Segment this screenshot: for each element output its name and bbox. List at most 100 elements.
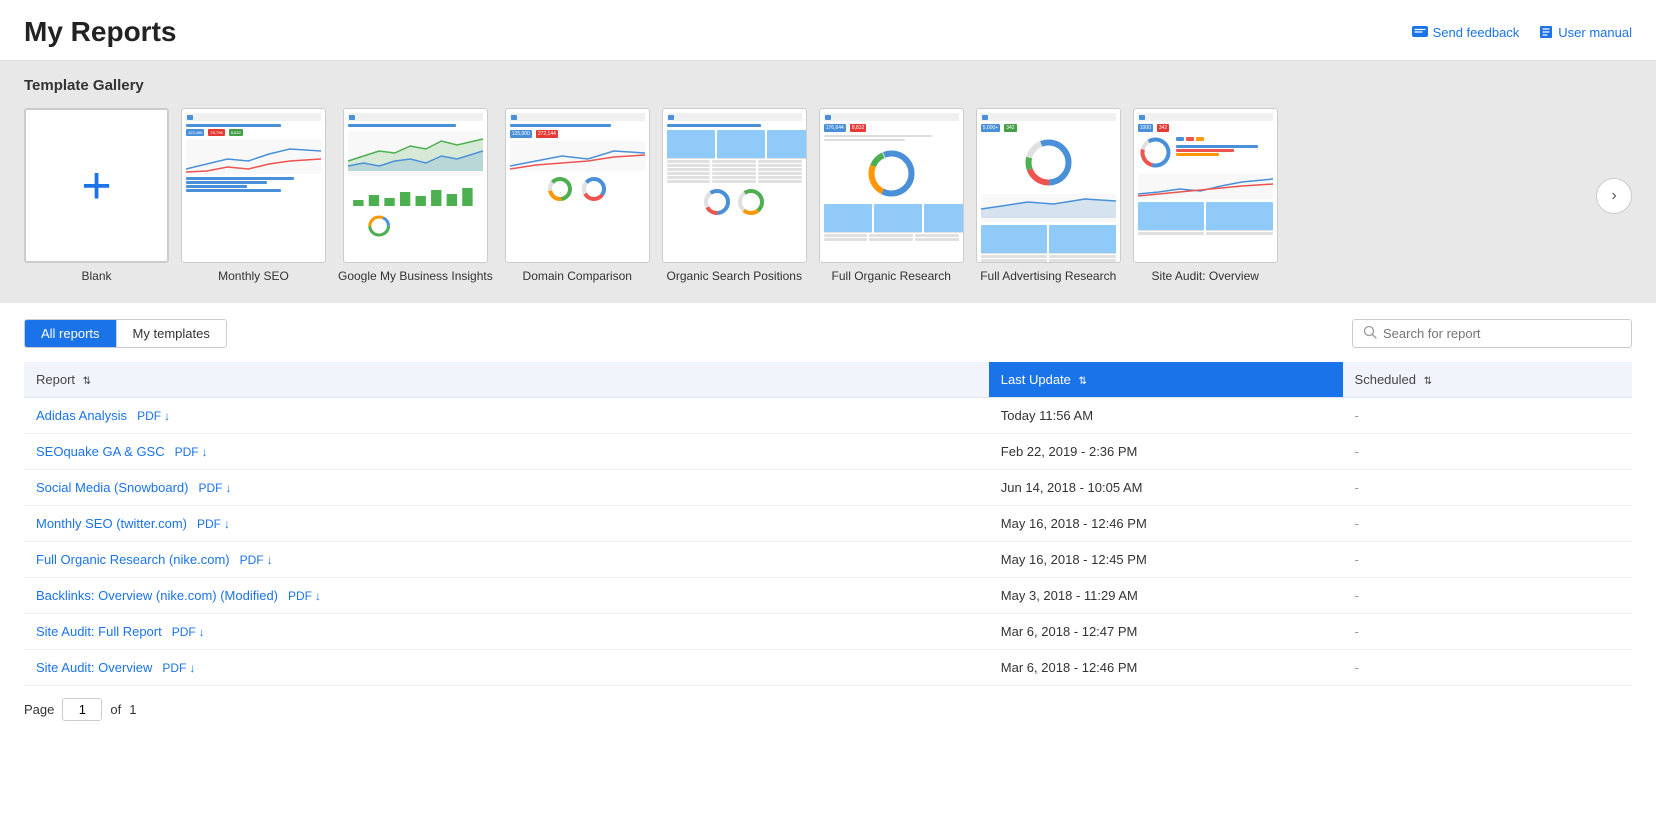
col-header-last-update[interactable]: Last Update ⇅ — [989, 362, 1343, 398]
last-update-cell: Mar 6, 2018 - 12:47 PM — [989, 614, 1343, 650]
sort-arrows-last-update: ⇅ — [1079, 376, 1087, 387]
col-header-scheduled[interactable]: Scheduled ⇅ — [1343, 362, 1632, 398]
last-update-cell: May 16, 2018 - 12:45 PM — [989, 542, 1343, 578]
pdf-label: PDF — [240, 553, 264, 567]
report-name-link[interactable]: Adidas Analysis — [36, 408, 127, 423]
template-label-domain-comparison: Domain Comparison — [523, 269, 632, 283]
scheduled-cell: - — [1343, 650, 1632, 686]
page-header: My Reports Send feedback User manual — [0, 0, 1656, 61]
pdf-label: PDF — [197, 517, 221, 531]
template-label-full-organic-research: Full Organic Research — [832, 269, 951, 283]
pdf-link[interactable]: PDF↓ — [197, 517, 230, 531]
report-name-link[interactable]: SEOquake GA & GSC — [36, 444, 165, 459]
of-label: of — [110, 702, 121, 717]
report-name-link[interactable]: Backlinks: Overview (nike.com) (Modified… — [36, 588, 278, 603]
table-row: Monthly SEO (twitter.com) PDF↓ May 16, 201… — [24, 506, 1632, 542]
page-title: My Reports — [24, 16, 176, 48]
search-input[interactable] — [1383, 326, 1621, 341]
total-pages: 1 — [129, 702, 136, 717]
download-icon: ↓ — [199, 625, 205, 639]
header-links: Send feedback User manual — [1412, 25, 1632, 40]
search-icon — [1363, 325, 1377, 342]
template-thumb-full-advertising-research: 5,000+ 342 — [976, 108, 1121, 263]
download-icon: ↓ — [189, 661, 195, 675]
template-domain-comparison[interactable]: 125,000 272,144 — [505, 108, 650, 283]
manual-icon — [1539, 25, 1553, 39]
pdf-link[interactable]: PDF↓ — [162, 661, 195, 675]
pdf-link[interactable]: PDF↓ — [172, 625, 205, 639]
tab-group: All reports My templates — [24, 319, 227, 348]
template-site-audit-overview[interactable]: 1000 342 — [1133, 108, 1278, 283]
pagination: Page of 1 — [24, 686, 1632, 733]
reports-table: Report ⇅ Last Update ⇅ Scheduled ⇅ Adida… — [24, 362, 1632, 686]
template-full-advertising-research[interactable]: 5,000+ 342 — [976, 108, 1121, 283]
template-thumb-site-audit-overview: 1000 342 — [1133, 108, 1278, 263]
download-icon: ↓ — [225, 481, 231, 495]
table-row: Full Organic Research (nike.com) PDF↓ May … — [24, 542, 1632, 578]
pdf-label: PDF — [137, 409, 161, 423]
page-input[interactable] — [62, 698, 102, 721]
template-monthly-seo[interactable]: 123,456 25,796 8,832 — [181, 108, 326, 283]
download-icon: ↓ — [267, 553, 273, 567]
download-icon: ↓ — [315, 589, 321, 603]
template-organic-search-positions[interactable]: Organic Search Positions — [662, 108, 807, 283]
page-label: Page — [24, 702, 54, 717]
template-thumb-gmb — [343, 108, 488, 263]
tab-my-templates[interactable]: My templates — [117, 320, 226, 347]
template-full-organic-research[interactable]: 176,644 8,832 — [819, 108, 964, 283]
template-thumb-full-organic-research: 176,644 8,832 — [819, 108, 964, 263]
pdf-link[interactable]: PDF↓ — [240, 553, 273, 567]
template-gmb[interactable]: Google My Business Insights — [338, 108, 493, 283]
scheduled-cell: - — [1343, 578, 1632, 614]
table-row: Backlinks: Overview (nike.com) (Modified… — [24, 578, 1632, 614]
reports-toolbar: All reports My templates — [24, 319, 1632, 348]
gallery-container: + Blank 123,456 25,796 8,832 — [24, 108, 1632, 283]
pdf-label: PDF — [172, 625, 196, 639]
report-name-link[interactable]: Monthly SEO (twitter.com) — [36, 516, 187, 531]
scheduled-cell: - — [1343, 434, 1632, 470]
gallery-items: + Blank 123,456 25,796 8,832 — [24, 108, 1588, 283]
scheduled-cell: - — [1343, 470, 1632, 506]
tab-all-reports[interactable]: All reports — [25, 320, 117, 347]
template-label-gmb: Google My Business Insights — [338, 269, 493, 283]
last-update-cell: Mar 6, 2018 - 12:46 PM — [989, 650, 1343, 686]
report-name-link[interactable]: Full Organic Research (nike.com) — [36, 552, 230, 567]
template-label-blank: Blank — [81, 269, 111, 283]
table-row: Site Audit: Full Report PDF↓ Mar 6, 2018 -… — [24, 614, 1632, 650]
plus-icon: + — [81, 160, 111, 212]
pdf-label: PDF — [288, 589, 312, 603]
scheduled-cell: - — [1343, 614, 1632, 650]
template-blank[interactable]: + Blank — [24, 108, 169, 283]
reports-section: All reports My templates Report ⇅ Last U… — [0, 303, 1656, 733]
pdf-link[interactable]: PDF↓ — [175, 445, 208, 459]
report-name-link[interactable]: Site Audit: Overview — [36, 660, 152, 675]
scheduled-cell: - — [1343, 542, 1632, 578]
table-row: Site Audit: Overview PDF↓ Mar 6, 2018 - 12… — [24, 650, 1632, 686]
pdf-link[interactable]: PDF↓ — [288, 589, 321, 603]
download-icon: ↓ — [164, 409, 170, 423]
template-label-organic-search-positions: Organic Search Positions — [667, 269, 802, 283]
last-update-cell: Jun 14, 2018 - 10:05 AM — [989, 470, 1343, 506]
pdf-link[interactable]: PDF↓ — [137, 409, 170, 423]
user-manual-link[interactable]: User manual — [1539, 25, 1632, 40]
template-thumb-monthly-seo: 123,456 25,796 8,832 — [181, 108, 326, 263]
download-icon: ↓ — [224, 517, 230, 531]
template-label-full-advertising-research: Full Advertising Research — [980, 269, 1116, 283]
last-update-cell: Today 11:56 AM — [989, 398, 1343, 434]
feedback-icon — [1412, 26, 1428, 39]
last-update-cell: May 16, 2018 - 12:46 PM — [989, 506, 1343, 542]
scheduled-cell: - — [1343, 398, 1632, 434]
report-name-link[interactable]: Social Media (Snowboard) — [36, 480, 188, 495]
sort-arrows-scheduled: ⇅ — [1424, 376, 1432, 387]
template-gallery: Template Gallery + Blank 123,456 — [0, 61, 1656, 303]
pdf-link[interactable]: PDF↓ — [198, 481, 231, 495]
last-update-cell: May 3, 2018 - 11:29 AM — [989, 578, 1343, 614]
template-thumb-blank: + — [24, 108, 169, 263]
gallery-next-button[interactable]: › — [1596, 178, 1632, 214]
template-thumb-organic-search-positions — [662, 108, 807, 263]
search-box — [1352, 319, 1632, 348]
send-feedback-link[interactable]: Send feedback — [1412, 25, 1520, 40]
gallery-title: Template Gallery — [24, 77, 1632, 94]
col-header-report[interactable]: Report ⇅ — [24, 362, 989, 398]
report-name-link[interactable]: Site Audit: Full Report — [36, 624, 162, 639]
